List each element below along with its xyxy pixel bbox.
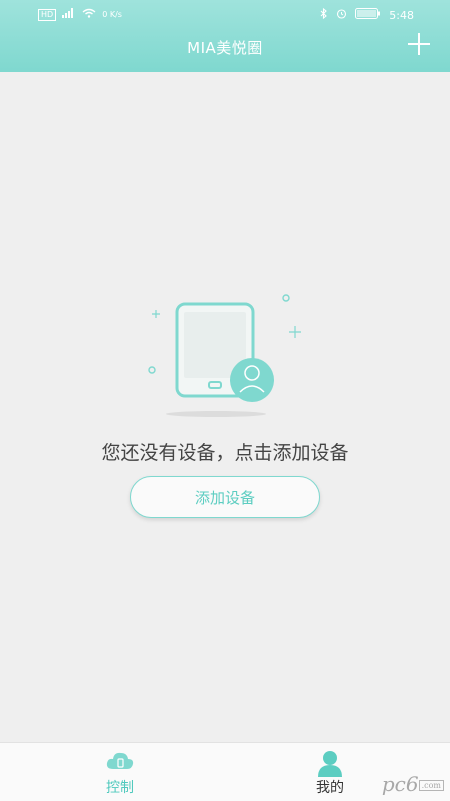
bluetooth-icon — [320, 7, 328, 22]
site-watermark: pc6 .com — [382, 772, 444, 796]
network-speed: 0 K/s — [102, 10, 122, 19]
empty-message: 您还没有设备，点击添加设备 — [101, 442, 349, 464]
status-bar: HD 0 K/s 5:48 — [0, 0, 450, 30]
watermark-sub: .com — [418, 780, 444, 791]
sim-badge: HD — [38, 8, 57, 21]
add-device-button[interactable]: 添加设备 — [130, 476, 320, 518]
page-title: MIA美悦圈 — [187, 39, 263, 57]
tab-mine[interactable]: 我的 — [270, 743, 390, 801]
clock: 5:48 — [389, 8, 414, 22]
signal-icon — [62, 8, 76, 21]
wifi-icon — [82, 8, 96, 21]
battery-icon — [355, 8, 381, 22]
watermark-text: pc6 — [381, 772, 419, 796]
cloud-phone-icon — [105, 749, 135, 777]
tab-control-label: 控制 — [106, 780, 134, 796]
tab-control[interactable]: 控制 — [60, 743, 180, 801]
phone-device-icon — [140, 288, 310, 428]
app-header: HD 0 K/s 5:48 MIA美悦圈 — [0, 0, 450, 72]
alarm-icon — [336, 8, 347, 22]
tab-mine-label: 我的 — [316, 780, 344, 796]
plus-icon[interactable] — [408, 33, 430, 55]
